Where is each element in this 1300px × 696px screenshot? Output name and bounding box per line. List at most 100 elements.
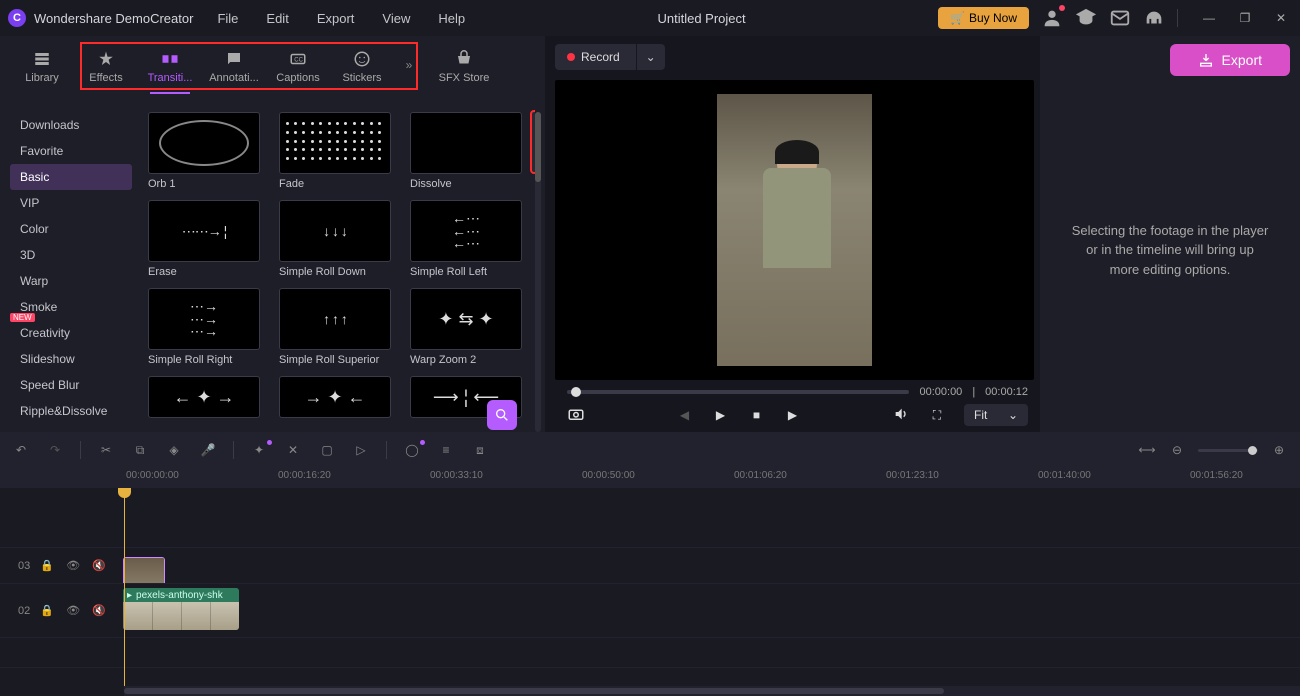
cat-slideshow[interactable]: Slideshow (10, 346, 132, 372)
minimize-icon[interactable]: — (1198, 7, 1220, 29)
crop-icon[interactable]: ⧉ (131, 443, 149, 458)
prev-frame-icon[interactable]: ◀ (676, 408, 694, 422)
zoom-slider[interactable] (1198, 449, 1258, 452)
timeline: ↶ ↷ ✂ ⧉ ◈ 🎤 ✦ ✕ ▢ ▷ ◯ ≡ ⧈ ⟷ ⊖ ⊕ 00:00:00… (0, 432, 1300, 696)
timeline-ruler[interactable]: 00:00:00:00 00:00:16:20 00:00:33:10 00:0… (0, 468, 1300, 488)
tab-stickers[interactable]: Stickers (330, 44, 394, 90)
tab-captions[interactable]: CCCaptions (266, 44, 330, 90)
preview-frame (717, 94, 872, 366)
track2-eye-icon[interactable]: 👁 (64, 604, 82, 617)
popup-filters[interactable]: Filters (532, 116, 535, 142)
next-frame-icon[interactable]: ▶ (784, 408, 802, 422)
zoom-in-icon[interactable]: ⊕ (1270, 443, 1288, 457)
cat-basic[interactable]: Basic (10, 164, 132, 190)
close-icon[interactable]: ✕ (1270, 7, 1292, 29)
export-button[interactable]: Export (1170, 44, 1290, 76)
snapshot-icon[interactable] (567, 405, 585, 426)
thumb-erase[interactable]: ⋯⋯→ ¦Erase (148, 200, 265, 278)
cart-icon: 🛒 (950, 11, 965, 25)
thumb-rollsup[interactable]: ↑ ↑ ↑Simple Roll Superior (279, 288, 396, 366)
image-icon[interactable]: ▢ (318, 443, 336, 457)
cat-3d[interactable]: 3D (10, 242, 132, 268)
menu-file[interactable]: File (217, 11, 238, 26)
account-icon[interactable] (1041, 7, 1063, 29)
track3-lock-icon[interactable]: 🔒 (38, 559, 56, 572)
adjust-icon[interactable]: ≡ (437, 443, 455, 457)
popup-audio[interactable]: Audio (532, 142, 535, 168)
category-sidebar: Downloads Favorite Basic VIP Color 3D Wa… (10, 108, 132, 432)
tab-effects[interactable]: Effects (74, 44, 138, 90)
track2-lock-icon[interactable]: 🔒 (38, 604, 56, 617)
tab-transitions[interactable]: Transiti... (138, 44, 202, 100)
cat-warp[interactable]: Warp (10, 268, 132, 294)
menu-edit[interactable]: Edit (266, 11, 288, 26)
cat-creativity[interactable]: Creativity (10, 320, 132, 346)
menu-view[interactable]: View (382, 11, 410, 26)
thumb-fade[interactable]: Fade (279, 112, 396, 190)
tab-library[interactable]: Library (10, 44, 74, 90)
cat-ripple[interactable]: Ripple&Dissolve (10, 398, 132, 424)
thumb-rolldown[interactable]: ↓ ↓ ↓Simple Roll Down (279, 200, 396, 278)
cat-vip[interactable]: VIP (10, 190, 132, 216)
project-title: Untitled Project (657, 11, 745, 26)
fit-dropdown[interactable]: Fit⌄ (964, 404, 1028, 426)
menu-help[interactable]: Help (438, 11, 465, 26)
voiceover-icon[interactable]: 🎤 (199, 443, 217, 457)
cat-speedblur[interactable]: Speed Blur (10, 372, 132, 398)
tabs-more-icon[interactable]: » (394, 44, 424, 72)
maximize-icon[interactable]: ❐ (1234, 7, 1256, 29)
marker-icon[interactable]: ◈ (165, 443, 183, 457)
record-dot-icon (567, 53, 575, 61)
cat-favorite[interactable]: Favorite (10, 138, 132, 164)
record-dropdown[interactable]: ⌄ (637, 44, 665, 70)
search-button[interactable] (487, 400, 517, 430)
thumb-warpzoom2[interactable]: ✦ ⇆ ✦Warp Zoom 2 (410, 288, 527, 366)
buy-now-button[interactable]: 🛒 Buy Now (938, 7, 1029, 29)
media-scrollbar[interactable] (535, 112, 541, 432)
thumb-dissolve[interactable]: Dissolve (410, 112, 527, 190)
clip-transition[interactable] (123, 557, 165, 583)
split-icon[interactable]: ✂ (97, 443, 115, 457)
cursor-effect-icon[interactable]: ✦ (250, 443, 268, 457)
thumb-orb1[interactable]: Orb 1 (148, 112, 265, 190)
headset-icon[interactable] (1143, 7, 1165, 29)
thumb-rollright[interactable]: ⋯→⋯→⋯→Simple Roll Right (148, 288, 265, 366)
zoom-pan-icon[interactable]: ◯ (403, 443, 421, 457)
thumb-partial1[interactable]: ← ✦ → (148, 376, 265, 418)
volume-icon[interactable] (892, 406, 910, 425)
thumb-partial2[interactable]: → ✦ ← (279, 376, 396, 418)
cat-smoke[interactable]: SmokeNEW (10, 294, 132, 320)
progress-slider[interactable] (567, 390, 909, 394)
cat-downloads[interactable]: Downloads (10, 112, 132, 138)
cat-color[interactable]: Color (10, 216, 132, 242)
record-button[interactable]: Record (555, 44, 636, 70)
clip-video[interactable]: ▸pexels-anthony-shk (123, 588, 239, 630)
playhead[interactable] (124, 488, 125, 686)
fullscreen-icon[interactable]: ⛶ (928, 408, 946, 423)
fit-timeline-icon[interactable]: ⟷ (1138, 443, 1156, 457)
play-icon[interactable]: ▶ (712, 408, 730, 422)
group-icon[interactable]: ⧈ (471, 443, 489, 458)
clip-video-icon: ▸ (127, 590, 132, 601)
tab-annotations[interactable]: Annotati... (202, 44, 266, 90)
undo-icon[interactable]: ↶ (12, 443, 30, 457)
stop-icon[interactable]: ■ (748, 408, 766, 422)
tab-sfx-store[interactable]: SFX Store (424, 44, 504, 90)
timeline-hscrollbar[interactable] (124, 686, 1300, 696)
timeline-tracks[interactable]: 03 🔒 👁 🔇 02 🔒 👁 🔇 ▸pexels-anthony-shk (0, 488, 1300, 686)
titlebar: C Wondershare DemoCreator File Edit Expo… (0, 0, 1300, 36)
speed-icon[interactable]: ▷ (352, 443, 370, 457)
thumb-rollleft[interactable]: ←⋯←⋯←⋯Simple Roll Left (410, 200, 527, 278)
menu-export[interactable]: Export (317, 11, 355, 26)
zoom-out-icon[interactable]: ⊖ (1168, 443, 1186, 457)
graduation-icon[interactable] (1075, 7, 1097, 29)
track2-mute-icon[interactable]: 🔇 (90, 604, 108, 617)
track3-mute-icon[interactable]: 🔇 (90, 559, 108, 572)
track-02-head: 02 🔒 👁 🔇 (0, 604, 115, 617)
preview-viewport[interactable] (555, 80, 1034, 380)
track3-eye-icon[interactable]: 👁 (64, 559, 82, 572)
mail-icon[interactable] (1109, 7, 1131, 29)
delete-icon[interactable]: ✕ (284, 443, 302, 457)
redo-icon[interactable]: ↷ (46, 443, 64, 457)
svg-text:CC: CC (294, 57, 303, 63)
